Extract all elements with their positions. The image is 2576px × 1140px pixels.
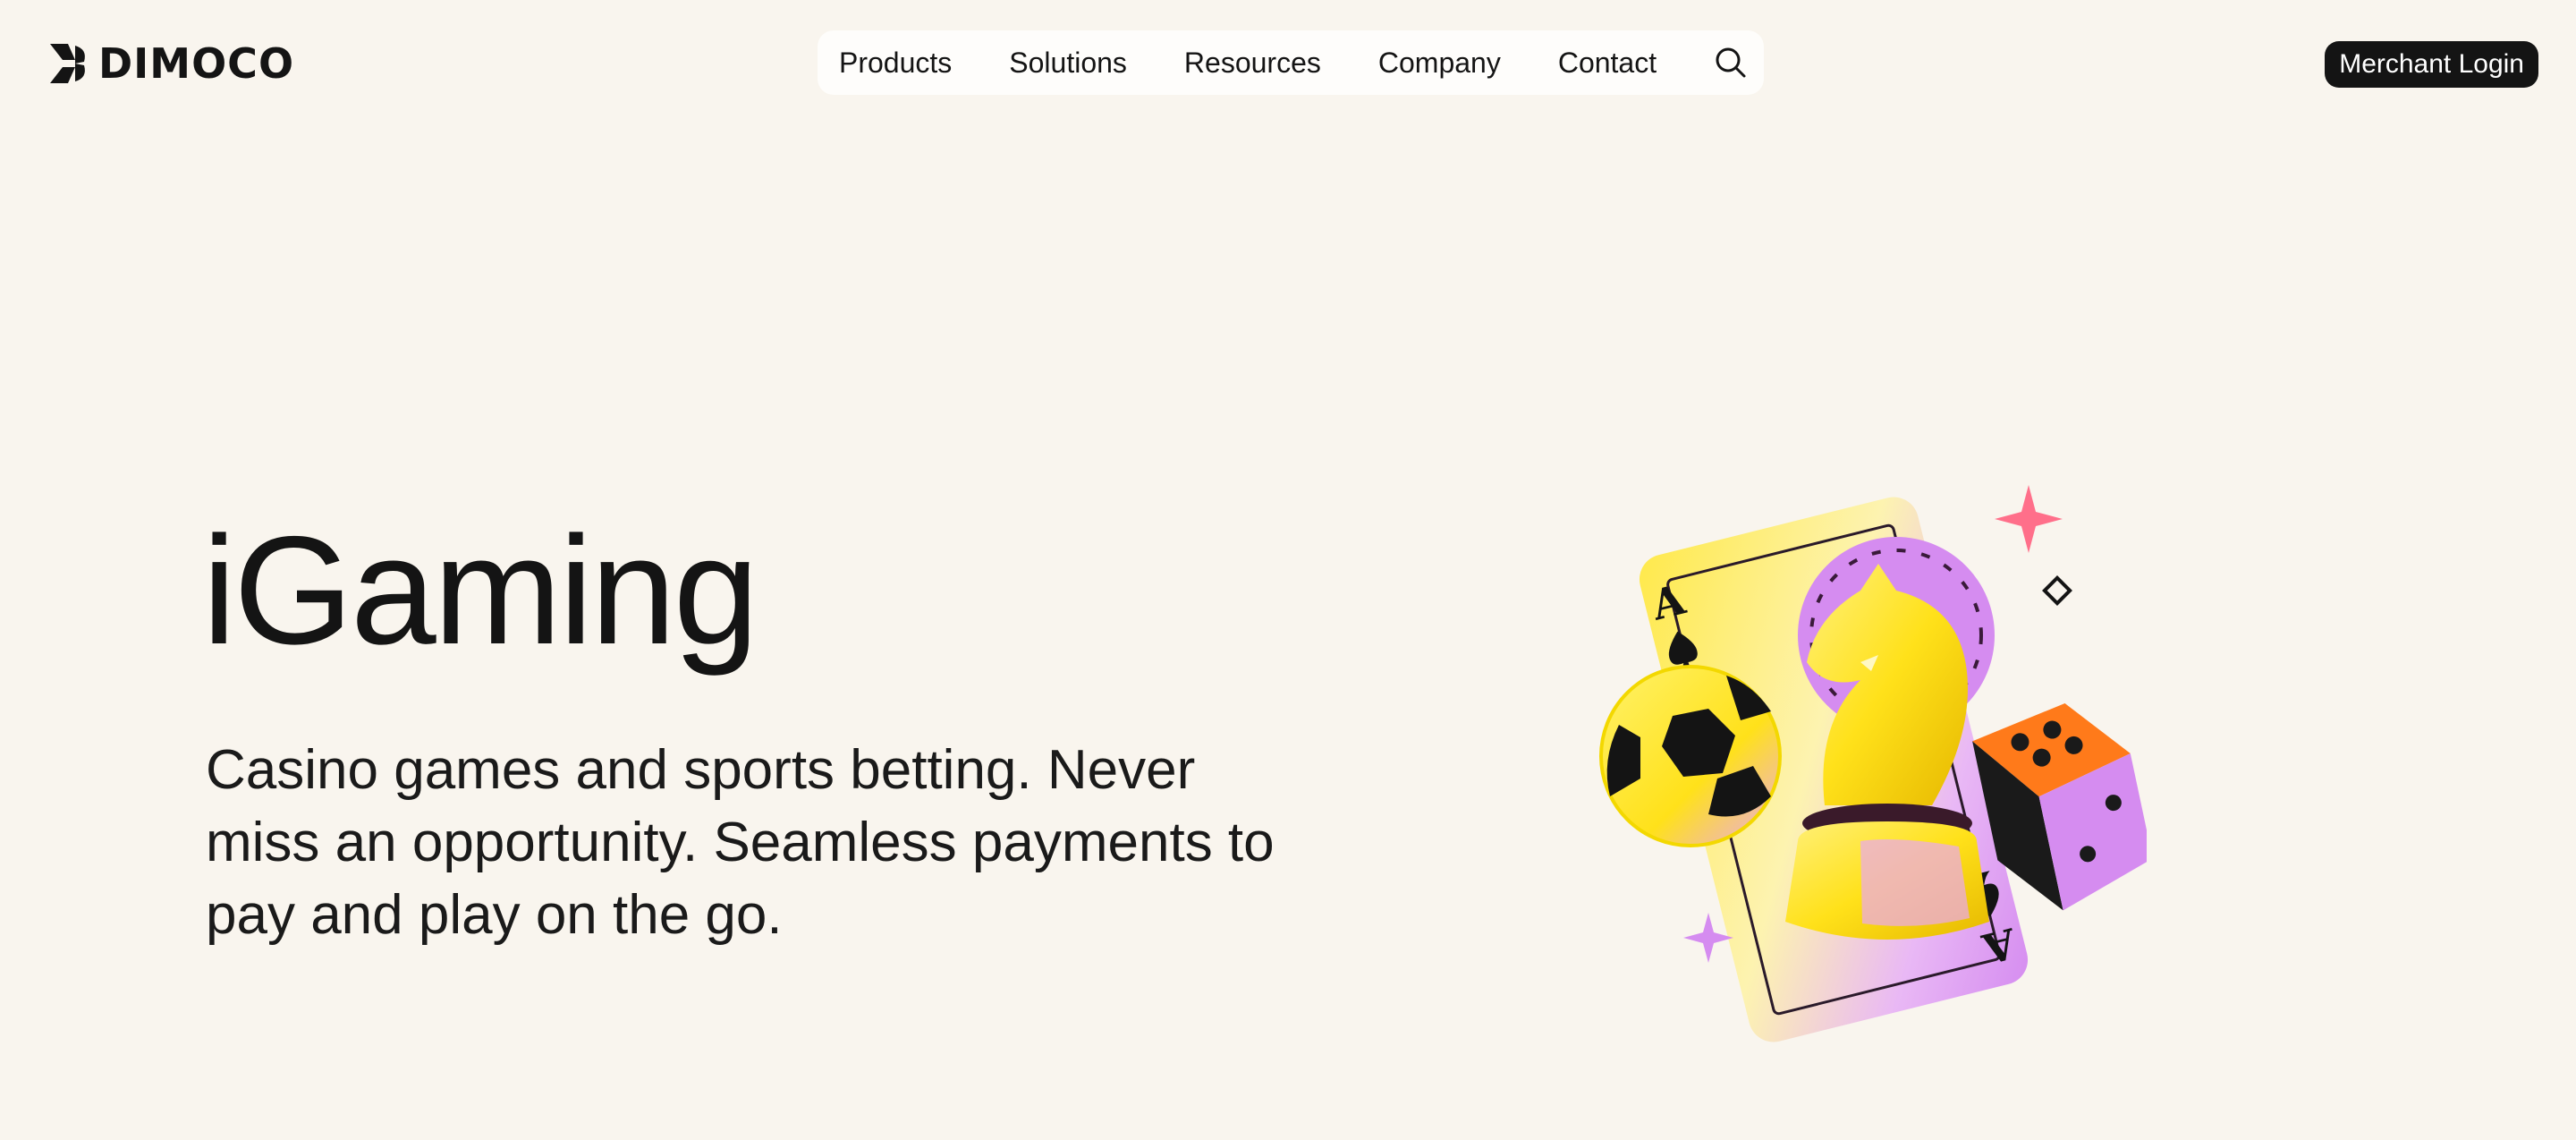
search-button[interactable]: [1714, 46, 1748, 80]
nav-products[interactable]: Products: [839, 47, 952, 80]
logo-text: DIMOCO: [98, 39, 295, 88]
sparkle-diamond: [2042, 575, 2072, 606]
page: DIMOCO Products Solutions Resources Comp…: [0, 0, 2576, 1140]
search-icon: [1716, 47, 1746, 78]
logo[interactable]: DIMOCO: [48, 39, 294, 88]
merchant-login-button[interactable]: Merchant Login: [2325, 41, 2538, 88]
hero-description: Casino games and sports betting. Never m…: [206, 739, 1275, 946]
soccer-ball: [1599, 665, 1782, 847]
igaming-illustration: A A: [1599, 485, 2147, 1042]
nav-solutions[interactable]: Solutions: [1009, 47, 1127, 80]
sparkle-pink: [1995, 485, 2063, 553]
nav-company[interactable]: Company: [1378, 47, 1501, 80]
hero-title: iGaming: [202, 505, 758, 676]
nav-contact[interactable]: Contact: [1558, 47, 1657, 80]
main-nav: Products Solutions Resources Company Con…: [818, 30, 1764, 95]
nav-resources[interactable]: Resources: [1184, 47, 1321, 80]
dimoco-logo-icon: [50, 44, 85, 83]
